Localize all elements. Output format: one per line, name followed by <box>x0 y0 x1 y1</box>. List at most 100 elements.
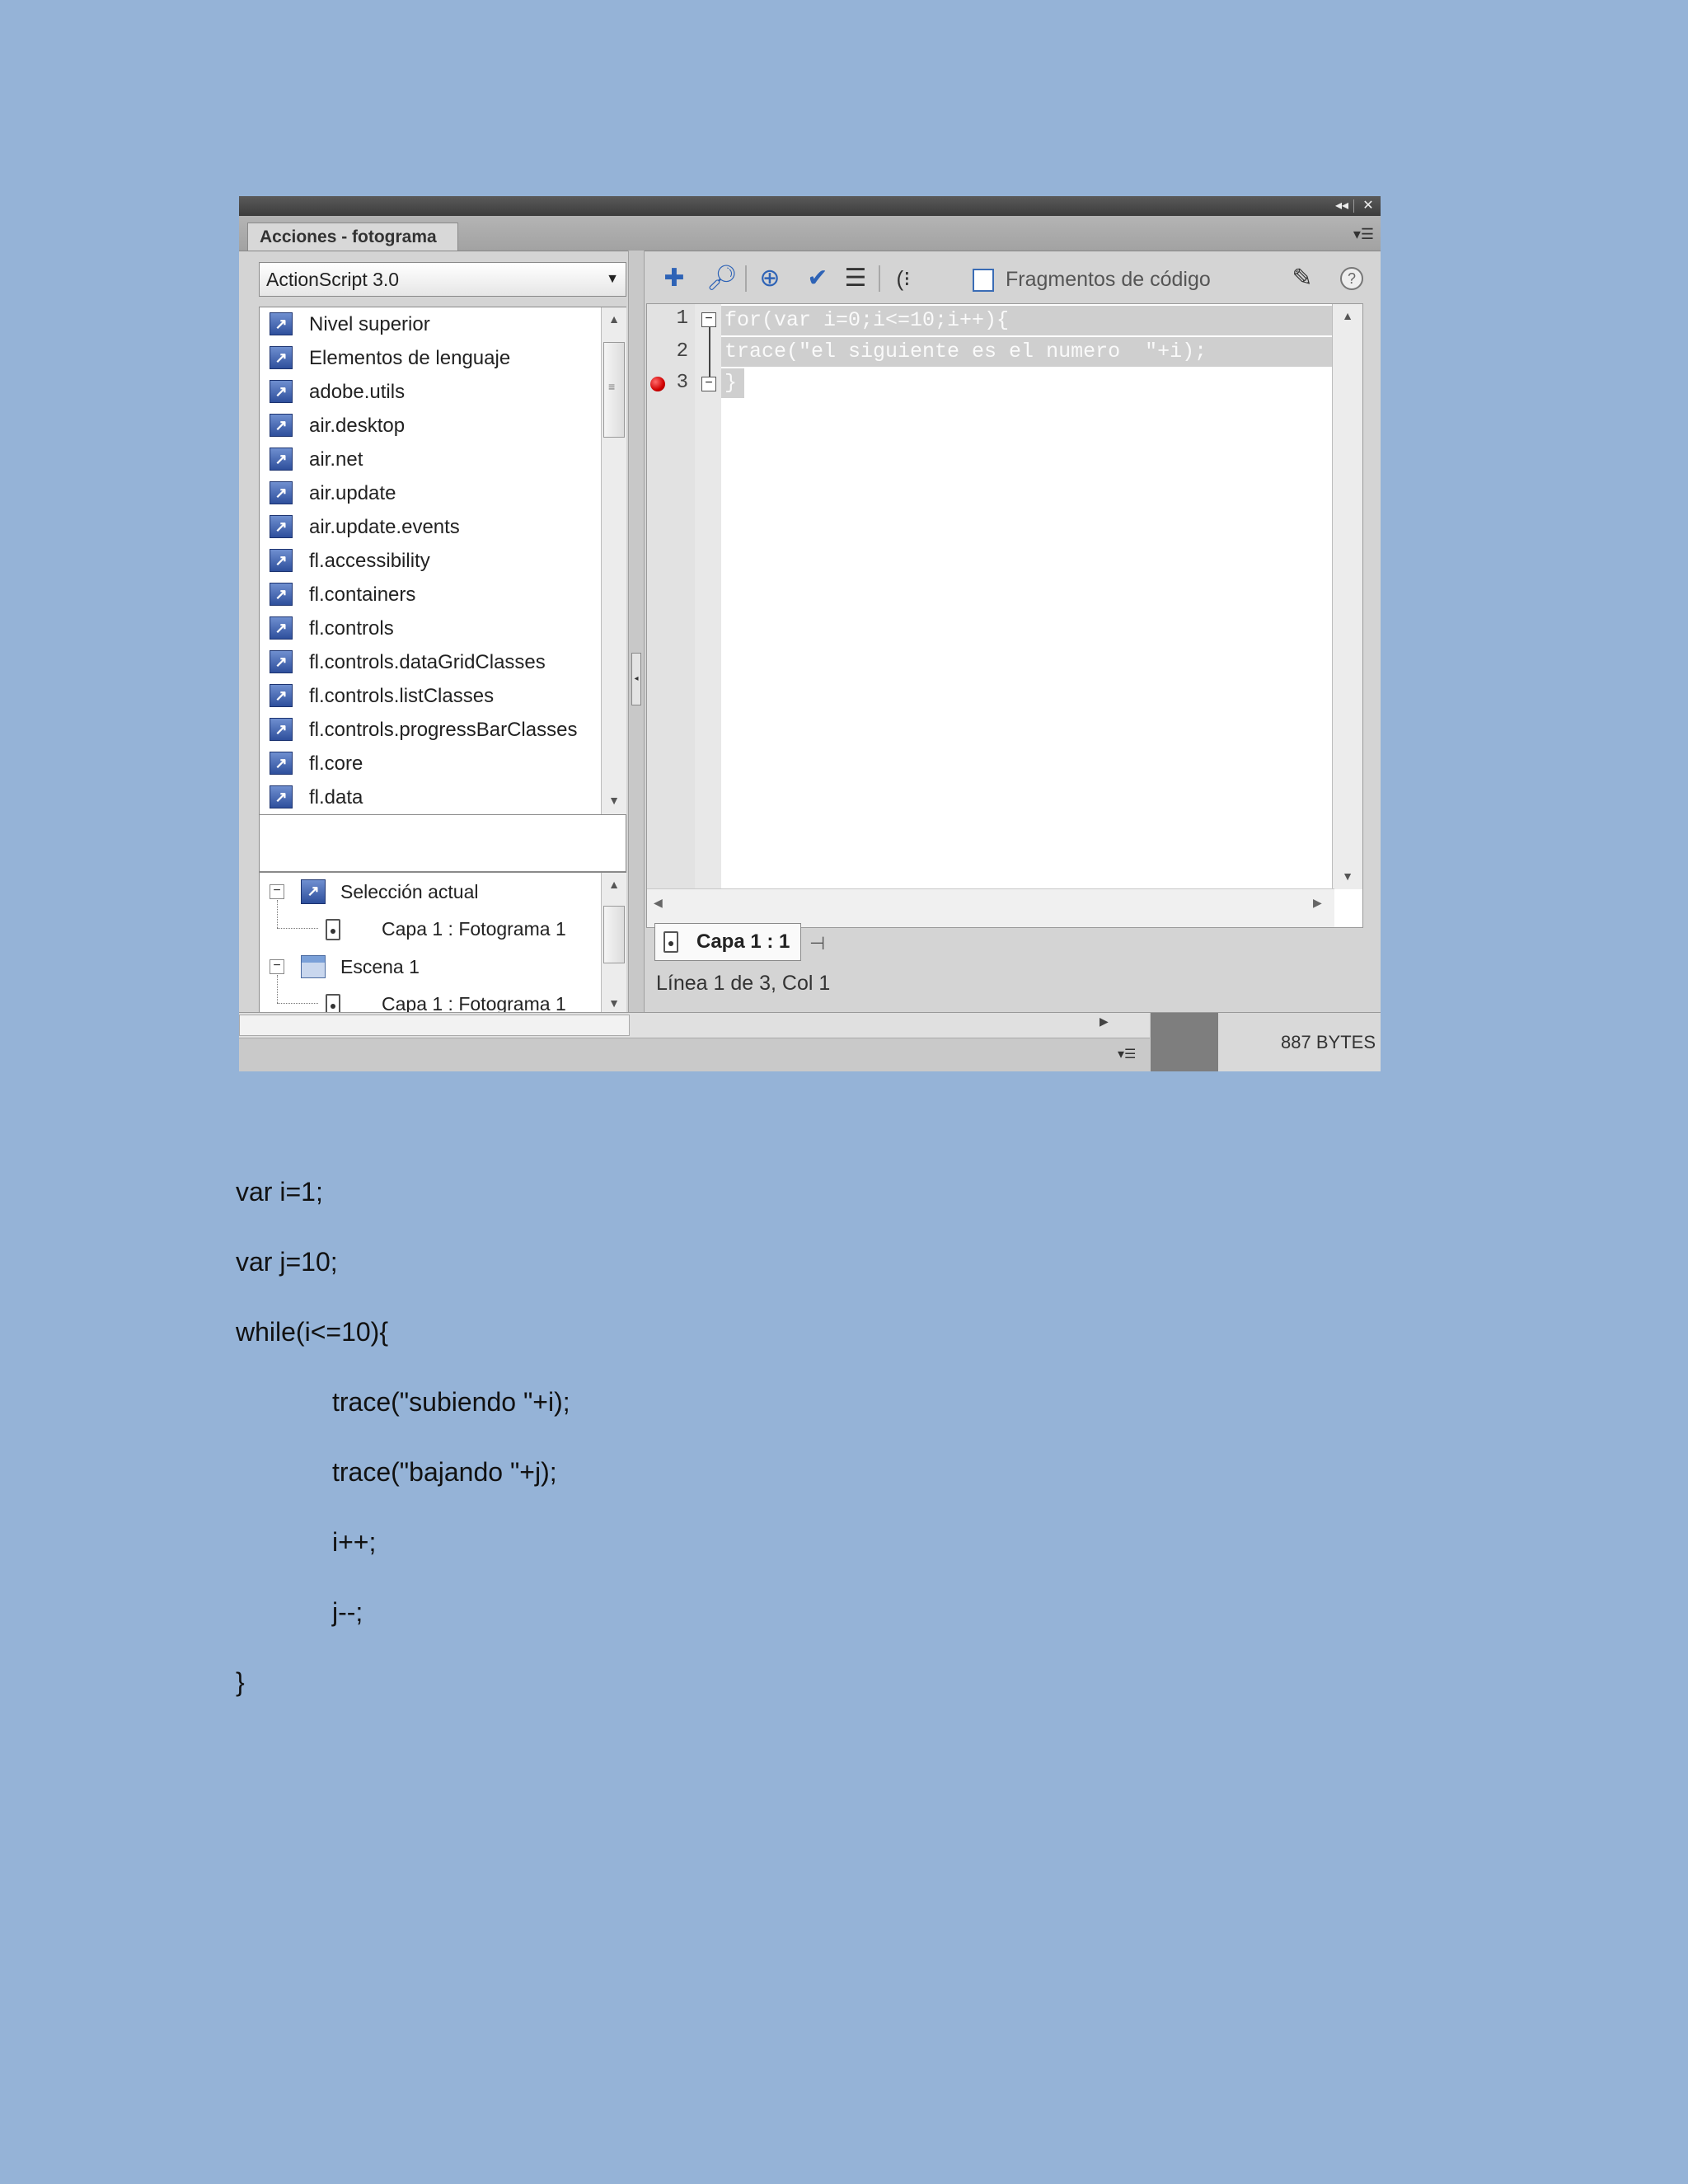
collapse-left-icon[interactable]: ◂ <box>631 653 641 705</box>
auto-format-icon[interactable]: ☰ <box>839 262 872 295</box>
panel-tab-row: Acciones - fotograma ▾☰ <box>239 216 1381 251</box>
script-assist-icon[interactable]: ✎ <box>1286 262 1319 295</box>
editor-vertical-scrollbar[interactable]: ▲ ▼ <box>1332 304 1362 889</box>
scroll-down-icon[interactable]: ▼ <box>602 789 626 812</box>
code-text-line: i++; <box>332 1527 377 1557</box>
book-icon: ↗ <box>270 414 293 437</box>
collapse-panel-icon[interactable]: ◂◂ <box>1334 199 1350 213</box>
list-item[interactable]: ↗ adobe.utils <box>270 375 599 409</box>
script-tab[interactable]: Capa 1 : 1 <box>654 923 801 961</box>
grip-icon: ≡ <box>608 380 616 393</box>
tree-scrollbar[interactable]: ▲ ▼ <box>601 873 626 1015</box>
check-syntax-icon[interactable]: ✔ <box>801 262 834 295</box>
list-item[interactable]: ↗ fl.controls <box>270 612 599 645</box>
scroll-up-icon[interactable]: ▲ <box>602 873 626 896</box>
scroll-up-icon[interactable]: ▲ <box>602 307 626 330</box>
target-path-icon[interactable]: ⊕ <box>753 262 786 295</box>
list-item-label: fl.controls.listClasses <box>309 685 495 707</box>
list-item-label: Nivel superior <box>309 313 430 335</box>
list-item-label: fl.accessibility <box>309 550 430 572</box>
pin-script-icon[interactable]: ⊣ <box>809 933 825 954</box>
list-item[interactable]: ↗ fl.core <box>270 747 599 780</box>
options-menu-icon[interactable]: ▾☰ <box>1118 1046 1136 1062</box>
list-item[interactable]: ↗ air.net <box>270 443 599 476</box>
scroll-thumb[interactable] <box>603 906 625 963</box>
code-line[interactable]: } <box>721 368 744 398</box>
horizontal-scrollbar[interactable]: ▶ <box>239 1013 1150 1038</box>
book-icon: ↗ <box>270 549 293 572</box>
book-icon: ↗ <box>270 515 293 538</box>
list-item[interactable]: ↗ fl.accessibility <box>270 544 599 578</box>
file-size: 887 BYTES <box>1218 1013 1381 1071</box>
toolbar-separator <box>879 265 880 292</box>
scroll-left-icon[interactable]: ◀ <box>654 896 663 910</box>
scroll-up-icon[interactable]: ▲ <box>1335 304 1360 327</box>
code-fold-icon[interactable]: − <box>701 377 716 391</box>
list-item[interactable]: ↗ fl.controls.dataGridClasses <box>270 645 599 679</box>
tree-item-current-selection[interactable]: Selección actual <box>340 873 479 911</box>
list-item[interactable]: ↗ fl.containers <box>270 578 599 612</box>
actions-panel: ◂◂ ✕ Acciones - fotograma ▾☰ ActionScrip… <box>239 196 1381 1071</box>
list-item[interactable]: ↗ air.update <box>270 476 599 510</box>
editor-horizontal-scrollbar[interactable]: ◀ ▶ <box>647 888 1334 927</box>
code-line[interactable]: trace("el siguiente es el numero "+i); <box>721 337 1334 367</box>
list-item[interactable]: ↗ Elementos de lenguaje <box>270 341 599 375</box>
book-icon: ↗ <box>270 650 293 673</box>
list-item-label: air.net <box>309 448 363 471</box>
list-item[interactable]: ↗ fl.data <box>270 780 599 814</box>
panel-titlebar: ◂◂ ✕ <box>239 196 1381 216</box>
book-icon: ↗ <box>270 312 293 335</box>
scroll-down-icon[interactable]: ▼ <box>602 991 626 1015</box>
list-item[interactable]: ↗ fl.controls.progressBarClasses <box>270 713 599 747</box>
panel-bottom-bar: ▶ ▾☰ 887 BYTES <box>239 1012 1381 1071</box>
code-text-line: j--; <box>332 1597 363 1627</box>
list-item-label: air.update.events <box>309 516 460 538</box>
book-icon: ↗ <box>270 481 293 504</box>
panel-tab-title[interactable]: Acciones - fotograma <box>247 223 458 251</box>
library-scrollbar[interactable]: ▲ ≡ ▼ <box>601 307 626 814</box>
code-snippets-button[interactable]: Fragmentos de código <box>973 264 1211 295</box>
code-text-line: trace("subiendo "+i); <box>332 1387 570 1417</box>
list-item[interactable]: ↗ Nivel superior <box>270 307 599 341</box>
language-select[interactable]: ActionScript 3.0 ▼ <box>259 262 626 297</box>
scroll-down-icon[interactable]: ▼ <box>1335 865 1360 888</box>
list-item[interactable]: ↗ air.update.events <box>270 510 599 544</box>
code-text-line: } <box>236 1667 245 1697</box>
add-item-icon[interactable]: ✚ <box>658 262 691 295</box>
code-hint-icon[interactable]: (⁝ <box>887 262 920 295</box>
snippets-icon <box>973 269 994 293</box>
code-fold-icon[interactable]: − <box>701 312 716 327</box>
panel-menu-icon[interactable]: ▾☰ <box>1353 226 1374 243</box>
tree-item-scene[interactable]: Escena 1 <box>340 948 420 986</box>
bar-divider <box>1151 1013 1218 1071</box>
tree-collapse-toggle[interactable]: − <box>270 884 284 899</box>
tree-item-frame[interactable]: Capa 1 : Fotograma 1 <box>382 910 566 948</box>
list-item-label: air.desktop <box>309 415 406 437</box>
list-item-label: fl.controls.progressBarClasses <box>309 719 578 741</box>
script-editor[interactable]: 1 2 3 − − for(var i=0;i<=10;i++){ trace(… <box>646 303 1363 928</box>
help-icon[interactable]: ? <box>1340 267 1363 290</box>
list-item[interactable]: ↗ air.desktop <box>270 409 599 443</box>
code-text-line: var j=10; <box>236 1247 338 1277</box>
close-icon[interactable]: ✕ <box>1360 199 1376 213</box>
tree-guide <box>277 900 279 928</box>
selection-icon: ↗ <box>301 879 326 904</box>
frame-icon <box>326 919 340 940</box>
scroll-right-icon[interactable]: ▶ <box>1100 1015 1109 1029</box>
panel-splitter[interactable]: ◂ <box>628 251 645 1071</box>
breakpoint-icon[interactable] <box>650 377 665 391</box>
tree-collapse-toggle[interactable]: − <box>270 959 284 974</box>
code-line[interactable]: for(var i=0;i<=10;i++){ <box>721 306 1334 335</box>
scroll-thumb[interactable] <box>239 1015 630 1036</box>
code-text-line: trace("bajando "+j); <box>332 1457 557 1487</box>
book-icon: ↗ <box>270 752 293 775</box>
book-icon: ↗ <box>270 616 293 640</box>
list-item-label: fl.containers <box>309 583 416 606</box>
chevron-down-icon: ▼ <box>606 272 619 286</box>
scroll-right-icon[interactable]: ▶ <box>1313 896 1322 910</box>
find-icon[interactable]: 🔎︎ <box>706 262 738 295</box>
list-item[interactable]: ↗ fl.controls.listClasses <box>270 679 599 713</box>
line-number: 2 <box>676 340 688 363</box>
list-item-label: fl.core <box>309 752 363 775</box>
list-item-label: fl.data <box>309 786 363 808</box>
